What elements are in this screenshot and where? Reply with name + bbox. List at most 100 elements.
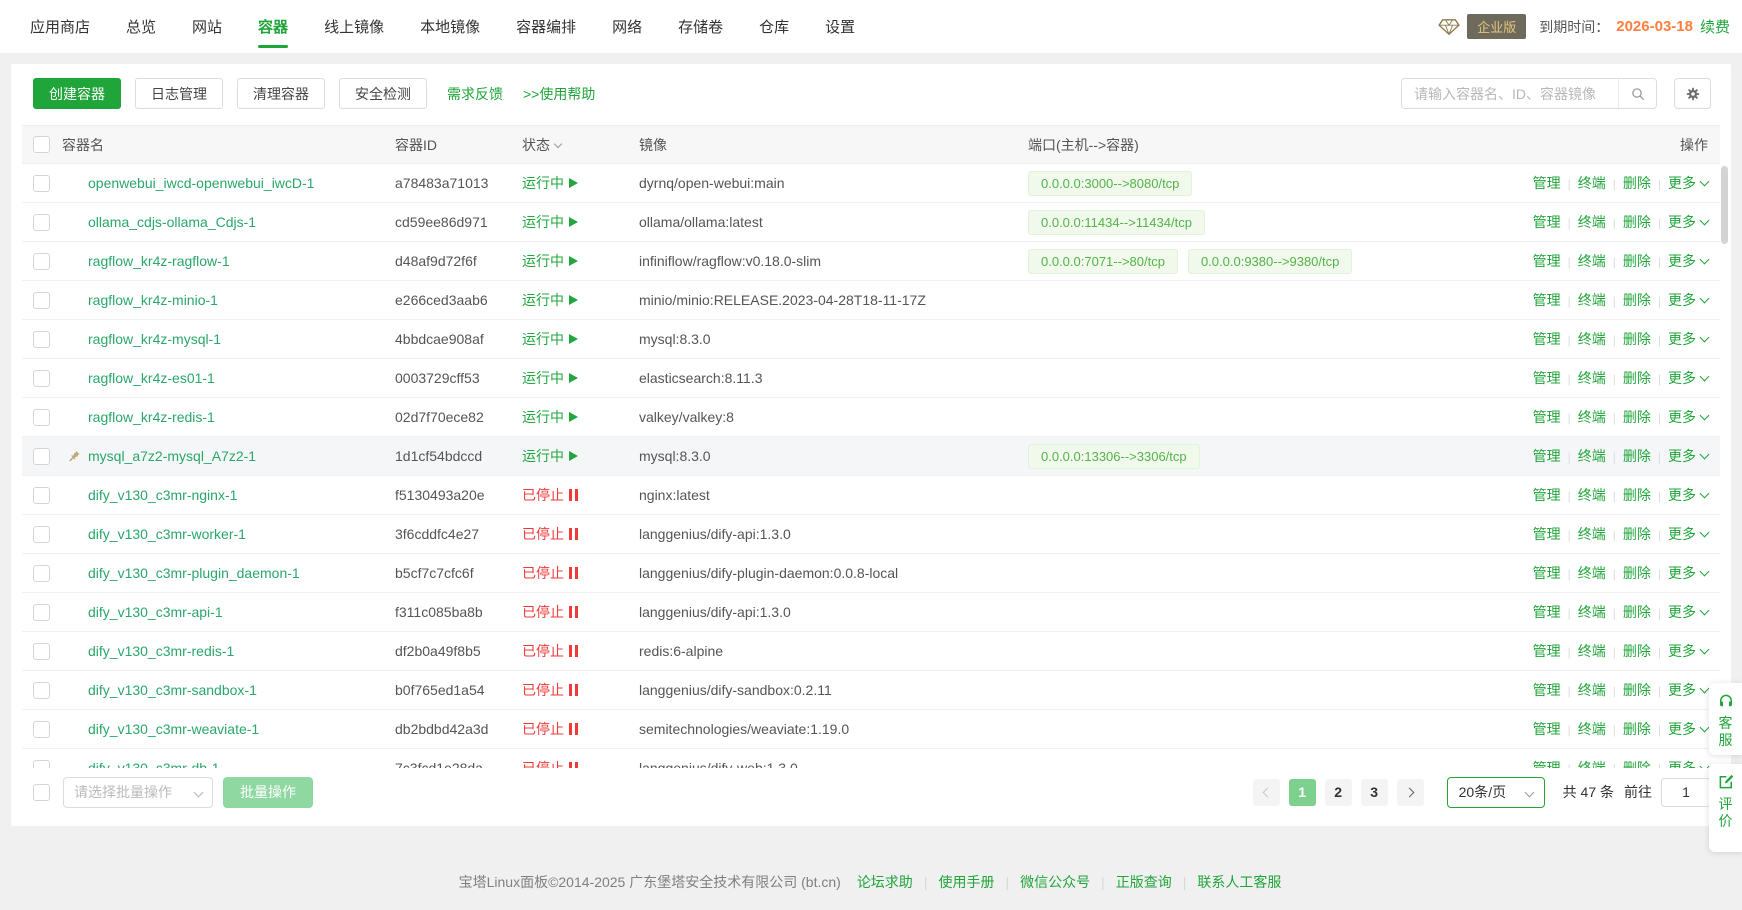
batch-apply-button[interactable]: 批量操作 (223, 777, 313, 808)
status-toggle[interactable]: 已停止 (522, 563, 578, 583)
row-checkbox[interactable] (33, 565, 50, 582)
status-toggle[interactable]: 已停止 (522, 485, 578, 505)
row-action-terminal[interactable]: 终端 (1578, 760, 1606, 768)
row-action-more[interactable]: 更多 (1668, 604, 1708, 620)
row-action-terminal[interactable]: 终端 (1578, 448, 1606, 464)
footer-link-4[interactable]: 正版查询 (1116, 874, 1172, 890)
status-toggle[interactable]: 运行中 (522, 173, 578, 193)
row-action-more[interactable]: 更多 (1668, 214, 1708, 230)
row-action-more[interactable]: 更多 (1668, 487, 1708, 503)
search-input[interactable] (1402, 79, 1618, 108)
status-toggle[interactable]: 运行中 (522, 290, 578, 310)
container-name-link[interactable]: ragflow_kr4z-redis-1 (88, 409, 215, 425)
row-action-terminal[interactable]: 终端 (1578, 643, 1606, 659)
row-checkbox[interactable] (33, 487, 50, 504)
nav-item-10[interactable]: 仓库 (741, 0, 807, 53)
row-action-delete[interactable]: 删除 (1623, 682, 1651, 698)
row-checkbox[interactable] (33, 760, 50, 768)
row-action-terminal[interactable]: 终端 (1578, 409, 1606, 425)
row-action-terminal[interactable]: 终端 (1578, 175, 1606, 191)
row-action-more[interactable]: 更多 (1668, 721, 1708, 737)
row-action-terminal[interactable]: 终端 (1578, 253, 1606, 269)
status-toggle[interactable]: 已停止 (522, 524, 578, 544)
nav-item-6[interactable]: 本地镜像 (402, 0, 498, 53)
row-action-terminal[interactable]: 终端 (1578, 682, 1606, 698)
row-action-terminal[interactable]: 终端 (1578, 331, 1606, 347)
create-container-button[interactable]: 创建容器 (33, 78, 121, 109)
toolbar-link-2[interactable]: >>使用帮助 (523, 84, 595, 104)
row-action-delete[interactable]: 删除 (1623, 526, 1651, 542)
row-action-more[interactable]: 更多 (1668, 175, 1708, 191)
status-toggle[interactable]: 运行中 (522, 329, 578, 349)
header-status[interactable]: 状态 (522, 135, 639, 155)
footer-link-1[interactable]: 论坛求助 (857, 874, 913, 890)
row-checkbox[interactable] (33, 175, 50, 192)
row-checkbox[interactable] (33, 604, 50, 621)
row-checkbox[interactable] (33, 643, 50, 660)
row-action-more[interactable]: 更多 (1668, 331, 1708, 347)
row-action-manage[interactable]: 管理 (1533, 253, 1561, 269)
container-name-link[interactable]: ollama_cdjs-ollama_Cdjs-1 (88, 214, 256, 230)
row-action-manage[interactable]: 管理 (1533, 409, 1561, 425)
container-name-link[interactable]: dify_v130_c3mr-nginx-1 (88, 487, 237, 503)
row-action-more[interactable]: 更多 (1668, 565, 1708, 581)
nav-item-11[interactable]: 设置 (807, 0, 873, 53)
row-checkbox[interactable] (33, 292, 50, 309)
row-checkbox[interactable] (33, 331, 50, 348)
container-name-link[interactable]: openwebui_iwcd-openwebui_iwcD-1 (88, 175, 314, 191)
row-checkbox[interactable] (33, 409, 50, 426)
pagination-next-button[interactable] (1397, 779, 1424, 806)
row-action-more[interactable]: 更多 (1668, 253, 1708, 269)
toolbar-button-3[interactable]: 安全检测 (339, 78, 427, 109)
row-action-delete[interactable]: 删除 (1623, 370, 1651, 386)
row-action-more[interactable]: 更多 (1668, 370, 1708, 386)
nav-item-7[interactable]: 容器编排 (498, 0, 594, 53)
container-name-link[interactable]: dify_v130_c3mr-api-1 (88, 604, 223, 620)
row-action-delete[interactable]: 删除 (1623, 331, 1651, 347)
status-toggle[interactable]: 已停止 (522, 719, 578, 739)
nav-item-1[interactable]: 应用商店 (12, 0, 108, 53)
row-action-more[interactable]: 更多 (1668, 448, 1708, 464)
status-toggle[interactable]: 运行中 (522, 368, 578, 388)
row-action-terminal[interactable]: 终端 (1578, 565, 1606, 581)
row-action-more[interactable]: 更多 (1668, 292, 1708, 308)
container-name-link[interactable]: ragflow_kr4z-ragflow-1 (88, 253, 230, 269)
port-mapping-badge[interactable]: 0.0.0.0:3000-->8080/tcp (1028, 171, 1192, 196)
status-toggle[interactable]: 运行中 (522, 446, 578, 466)
table-scrollbar-thumb[interactable] (1721, 166, 1728, 244)
nav-item-8[interactable]: 网络 (594, 0, 660, 53)
row-action-delete[interactable]: 删除 (1623, 565, 1651, 581)
footer-link-5[interactable]: 联系人工客服 (1197, 874, 1281, 890)
row-action-delete[interactable]: 删除 (1623, 292, 1651, 308)
row-checkbox[interactable] (33, 214, 50, 231)
row-action-delete[interactable]: 删除 (1623, 214, 1651, 230)
status-toggle[interactable]: 已停止 (522, 680, 578, 700)
row-action-delete[interactable]: 删除 (1623, 643, 1651, 659)
row-checkbox[interactable] (33, 526, 50, 543)
container-name-link[interactable]: dify_v130_c3mr-plugin_daemon-1 (88, 565, 300, 581)
container-name-link[interactable]: ragflow_kr4z-minio-1 (88, 292, 218, 308)
row-action-delete[interactable]: 删除 (1623, 448, 1651, 464)
row-action-more[interactable]: 更多 (1668, 409, 1708, 425)
container-name-link[interactable]: dify_v130_c3mr-redis-1 (88, 643, 234, 659)
container-name-link[interactable]: ragflow_kr4z-es01-1 (88, 370, 215, 386)
status-toggle[interactable]: 运行中 (522, 407, 578, 427)
toolbar-button-1[interactable]: 日志管理 (135, 78, 223, 109)
row-action-manage[interactable]: 管理 (1533, 526, 1561, 542)
row-action-manage[interactable]: 管理 (1533, 175, 1561, 191)
port-mapping-badge[interactable]: 0.0.0.0:13306-->3306/tcp (1028, 444, 1200, 469)
row-checkbox[interactable] (33, 448, 50, 465)
row-action-delete[interactable]: 删除 (1623, 604, 1651, 620)
nav-item-2[interactable]: 总览 (108, 0, 174, 53)
page-size-select[interactable]: 20条/页 (1447, 777, 1545, 808)
row-action-more[interactable]: 更多 (1668, 643, 1708, 659)
container-name-link[interactable]: dify_v130_c3mr-worker-1 (88, 526, 246, 542)
row-action-terminal[interactable]: 终端 (1578, 526, 1606, 542)
goto-page-input[interactable] (1661, 778, 1711, 807)
search-button[interactable] (1618, 79, 1656, 108)
row-action-manage[interactable]: 管理 (1533, 487, 1561, 503)
row-action-more[interactable]: 更多 (1668, 682, 1708, 698)
row-action-manage[interactable]: 管理 (1533, 331, 1561, 347)
port-mapping-badge[interactable]: 0.0.0.0:9380-->9380/tcp (1188, 249, 1352, 274)
row-action-terminal[interactable]: 终端 (1578, 292, 1606, 308)
